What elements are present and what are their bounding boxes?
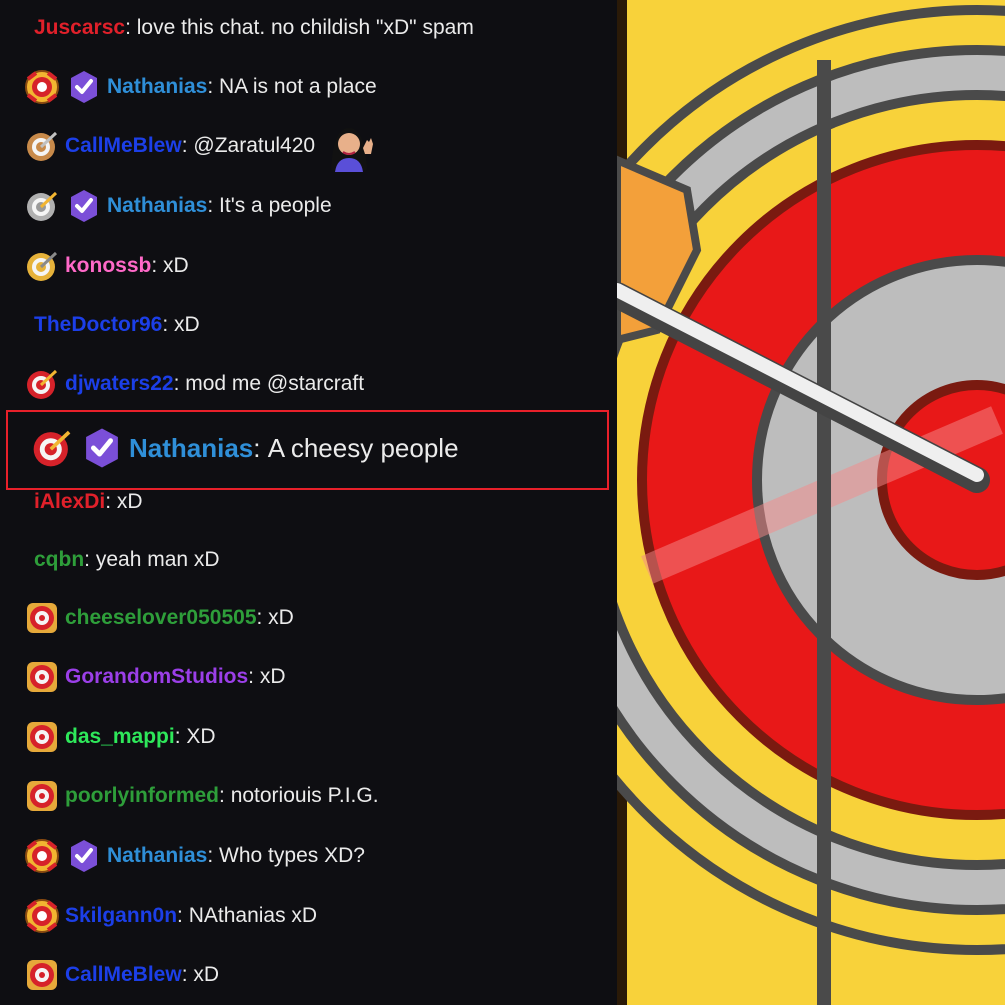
chat-username[interactable]: Skilgann0n (65, 904, 177, 928)
chat-separator: : (173, 372, 186, 395)
chat-message: TheDoctor96: xD (0, 305, 617, 345)
chat-badges (24, 659, 60, 695)
chat-username[interactable]: Nathanias (107, 75, 207, 99)
highlight-box (6, 410, 609, 490)
chat-username[interactable]: poorlyinformed (65, 784, 219, 808)
chat-text: xD (163, 254, 189, 277)
gold-frame-target-badge[interactable] (24, 957, 60, 993)
chat-message: Nathanias: Who types XD? (0, 836, 617, 876)
chat-badges (24, 69, 102, 105)
chat-badges (24, 248, 60, 284)
verified-badge[interactable] (66, 188, 102, 224)
chat-separator: : (105, 490, 117, 513)
chat-badges (24, 838, 102, 874)
chat-text: mod me @starcraft (185, 372, 365, 395)
chat-text: notoriouis P.I.G. (230, 784, 379, 807)
chat-panel: Juscarsc: love this chat. no childish "x… (0, 0, 617, 1005)
chat-text: xD (174, 313, 200, 336)
chat-username[interactable]: CallMeBlew (65, 134, 182, 158)
chat-username[interactable]: GorandomStudios (65, 665, 248, 689)
chat-message: das_mappi: XD (0, 717, 617, 757)
chat-separator: : (162, 313, 175, 336)
waving-woman-emote (323, 120, 375, 172)
red-gold-sub-badge[interactable] (24, 69, 60, 105)
red-target-badge[interactable] (24, 366, 60, 402)
chat-message: Nathanias: NA is not a place (0, 67, 617, 107)
silver-target-badge[interactable] (24, 188, 60, 224)
chat-message: CallMeBlew: @Zaratul420 (0, 126, 617, 172)
chat-message: konossb: xD (0, 246, 617, 286)
chat-username[interactable]: TheDoctor96 (34, 313, 162, 337)
chat-text: xD (259, 665, 286, 688)
chat-username[interactable]: djwaters22 (65, 372, 174, 396)
chat-text: xD (193, 963, 220, 986)
chat-separator: : (207, 194, 220, 217)
chat-separator: : (207, 75, 220, 98)
chat-separator: : (177, 904, 189, 927)
chat-username[interactable]: CallMeBlew (65, 963, 182, 987)
chat-badges (24, 128, 60, 164)
chat-separator: : (207, 844, 220, 867)
chat-message: cqbn: yeah man xD (0, 540, 617, 580)
verified-badge[interactable] (66, 838, 102, 874)
chat-text: yeah man xD (95, 548, 220, 571)
red-gold-sub-badge[interactable] (24, 838, 60, 874)
chat-badges (24, 957, 60, 993)
chat-username[interactable]: Juscarsc (34, 16, 125, 40)
chat-separator: : (84, 548, 96, 571)
chat-message: djwaters22: mod me @starcraft (0, 364, 617, 404)
chat-text: It's a people (219, 194, 332, 217)
chat-text: Who types XD? (219, 844, 365, 867)
verified-badge[interactable] (66, 69, 102, 105)
chat-separator: : (174, 725, 187, 748)
chat-text: xD (116, 490, 143, 513)
chat-badges (24, 778, 60, 814)
chat-separator: : (248, 665, 260, 688)
chat-username[interactable]: cheeselover050505 (65, 606, 257, 630)
chat-badges (24, 600, 60, 636)
chat-text: NAthanias xD (188, 904, 318, 927)
chat-separator: : (151, 254, 164, 277)
chat-username[interactable]: Nathanias (107, 194, 207, 218)
chat-message: cheeselover050505: xD (0, 598, 617, 638)
bronze-target-badge[interactable] (24, 128, 60, 164)
chat-badges (24, 898, 60, 934)
chat-message: CallMeBlew: xD (0, 955, 617, 995)
chat-text: XD (186, 725, 216, 748)
chat-badges (24, 188, 102, 224)
chat-username[interactable]: konossb (65, 254, 151, 278)
chat-username[interactable]: cqbn (34, 548, 84, 572)
chat-separator: : (219, 784, 231, 807)
chat-text: xD (268, 606, 294, 629)
chat-separator: : (181, 134, 194, 157)
red-gold-sub-badge[interactable] (24, 898, 60, 934)
chat-separator: : (125, 16, 137, 39)
chat-message: poorlyinformed: notoriouis P.I.G. (0, 776, 617, 816)
chat-message: GorandomStudios: xD (0, 657, 617, 697)
target-dartboard-art (617, 0, 1005, 1005)
gold-frame-target-badge[interactable] (24, 659, 60, 695)
chat-message: Skilgann0n: NAthanias xD (0, 896, 617, 936)
chat-message: Nathanias: It's a people (0, 186, 617, 226)
chat-text: NA is not a place (219, 75, 377, 98)
chat-badges (24, 366, 60, 402)
chat-text: @Zaratul420 (193, 134, 316, 157)
chat-separator: : (256, 606, 269, 629)
chat-message: Juscarsc: love this chat. no childish "x… (0, 8, 617, 48)
chat-text: love this chat. no childish "xD" spam (136, 16, 474, 39)
chat-username[interactable]: das_mappi (65, 725, 175, 749)
gold-target-badge[interactable] (24, 248, 60, 284)
chat-username[interactable]: Nathanias (107, 844, 207, 868)
chat-username[interactable]: iAlexDi (34, 490, 105, 514)
gold-frame-target-badge[interactable] (24, 719, 60, 755)
gold-frame-target-badge[interactable] (24, 600, 60, 636)
chat-badges (24, 719, 60, 755)
chat-separator: : (181, 963, 194, 986)
gold-frame-target-badge[interactable] (24, 778, 60, 814)
